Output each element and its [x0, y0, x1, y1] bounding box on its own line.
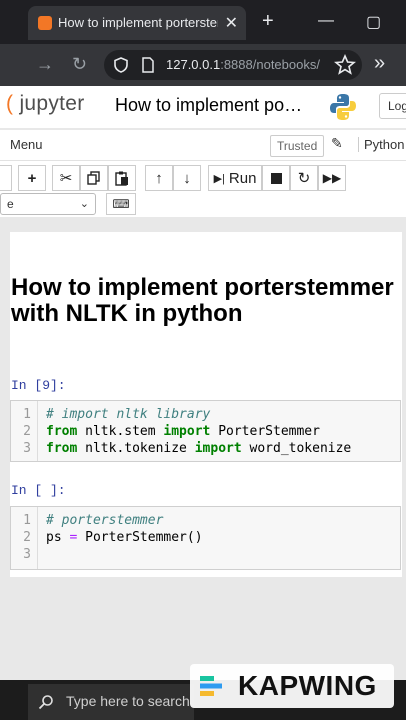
kapwing-logo-icon	[200, 676, 222, 696]
code-text: word_tokenize	[241, 441, 352, 456]
search-icon	[38, 695, 53, 710]
url-host: 127.0.0.1	[166, 57, 221, 72]
stop-icon	[270, 172, 282, 184]
cell-type-select[interactable]: e ⌄	[0, 193, 96, 215]
url-path: :8888/notebooks/	[220, 57, 320, 72]
interrupt-button[interactable]	[262, 165, 290, 191]
jupyter-logo[interactable]: ( jupyter	[6, 92, 85, 116]
code-cell-2[interactable]: 1 # porterstemmer 2 ps = PorterStemmer()…	[10, 506, 401, 570]
notebook-toolbar: + ✂ ↑ ↓ ▶| Run ↻ ▶▶ e ⌄ ⌨	[0, 161, 406, 217]
menubar: Menu Trusted ✎ Python	[0, 130, 406, 161]
code-keyword: from	[46, 424, 78, 439]
new-tab-button[interactable]: +	[262, 10, 274, 33]
move-up-button[interactable]: ↑	[145, 165, 173, 191]
paste-icon	[115, 171, 128, 186]
chevron-down-icon: ⌄	[79, 198, 89, 210]
code-line: ps = PorterStemmer()	[46, 530, 203, 545]
run-button[interactable]: ▶| Run	[208, 165, 262, 191]
code-line: from nltk.stem import PorterStemmer	[46, 424, 320, 439]
bookmark-star-icon[interactable]	[334, 54, 356, 76]
browser-tab[interactable]: How to implement porterstemn ✕	[28, 6, 246, 40]
keyboard-icon: ⌨	[112, 197, 130, 211]
taskbar-search-placeholder: Type here to search	[66, 693, 190, 709]
code-line: # import nltk library	[46, 407, 210, 422]
copy-button[interactable]	[80, 165, 108, 191]
restart-button[interactable]: ↻	[290, 165, 318, 191]
code-line: # porterstemmer	[46, 513, 163, 528]
shield-icon	[114, 57, 128, 73]
run-label: Run	[228, 169, 257, 187]
edit-pencil-icon[interactable]: ✎	[331, 135, 343, 152]
scissors-icon: ✂	[59, 170, 73, 187]
notebook-title[interactable]: How to implement po…	[115, 95, 302, 116]
code-text: nltk.stem	[77, 424, 164, 439]
line-number-gutter	[37, 507, 38, 569]
arrow-down-icon: ↓	[183, 169, 191, 187]
tab-title: How to implement porterstemn	[58, 15, 218, 30]
markdown-heading[interactable]: How to implement porterstemmer with NLTK…	[11, 275, 399, 327]
tab-close-icon[interactable]: ✕	[225, 13, 238, 33]
url-text: 127.0.0.1:8888/notebooks/	[166, 57, 320, 72]
cell-2-prompt: In [ ]:	[11, 483, 66, 498]
paste-button[interactable]	[108, 165, 136, 191]
code-keyword: from	[46, 441, 78, 456]
code-keyword: import	[163, 424, 211, 439]
restart-run-all-button[interactable]: ▶▶	[318, 165, 346, 191]
menu-button[interactable]: Menu	[10, 137, 43, 152]
trusted-indicator[interactable]: Trusted	[270, 135, 325, 157]
cell-type-value: e	[7, 197, 14, 211]
command-palette-button[interactable]: ⌨	[106, 193, 136, 215]
arrow-up-icon: ↑	[155, 169, 163, 187]
code-cell-1[interactable]: 1 # import nltk library 2 from nltk.stem…	[10, 400, 401, 462]
line-number: 3	[23, 441, 31, 456]
page-info-icon	[142, 57, 154, 73]
jupyter-favicon-icon	[38, 16, 52, 30]
kapwing-watermark-text: KAPWING	[238, 670, 377, 701]
browser-navbar: → ↻ 127.0.0.1:8888/notebooks/ »	[0, 44, 406, 86]
line-number: 2	[23, 424, 31, 439]
move-down-button[interactable]: ↓	[173, 165, 201, 191]
copy-icon	[87, 171, 100, 185]
line-number: 3	[23, 547, 31, 562]
cut-button[interactable]: ✂	[52, 165, 80, 191]
kernel-indicator[interactable]: Python	[358, 137, 404, 152]
jupyter-header: ( jupyter How to implement po… Log	[0, 86, 406, 128]
code-text: PorterStemmer	[210, 424, 320, 439]
plus-icon: +	[27, 169, 37, 187]
reload-icon[interactable]: ↻	[72, 54, 87, 75]
code-keyword: import	[194, 441, 242, 456]
line-number: 1	[23, 407, 31, 422]
save-button[interactable]	[0, 165, 12, 191]
maximize-button[interactable]: ▢	[366, 12, 381, 32]
jupyter-logo-text: jupyter	[19, 92, 85, 115]
restart-icon: ↻	[297, 170, 311, 187]
forward-arrow-icon[interactable]: →	[36, 54, 54, 75]
fast-forward-icon: ▶▶	[322, 171, 342, 185]
python-logo-icon	[330, 94, 356, 120]
code-text: nltk.tokenize	[77, 441, 195, 456]
line-number-gutter	[37, 401, 38, 461]
address-bar[interactable]: 127.0.0.1:8888/notebooks/	[104, 50, 362, 80]
insert-cell-button[interactable]: +	[18, 165, 46, 191]
code-comment: # porterstemmer	[46, 513, 164, 528]
code-line: from nltk.tokenize import word_tokenize	[46, 441, 351, 456]
code-text: PorterStemmer()	[77, 530, 203, 545]
code-text: ps	[46, 530, 70, 545]
line-number: 2	[23, 530, 31, 545]
extensions-overflow-icon[interactable]: »	[374, 52, 385, 75]
code-comment: # import nltk library	[46, 407, 211, 422]
step-forward-icon: ▶|	[213, 172, 225, 185]
cell-1-prompt: In [9]:	[11, 378, 66, 393]
minimize-button[interactable]: —	[318, 12, 334, 30]
line-number: 1	[23, 513, 31, 528]
logout-button[interactable]: Log	[379, 93, 406, 119]
